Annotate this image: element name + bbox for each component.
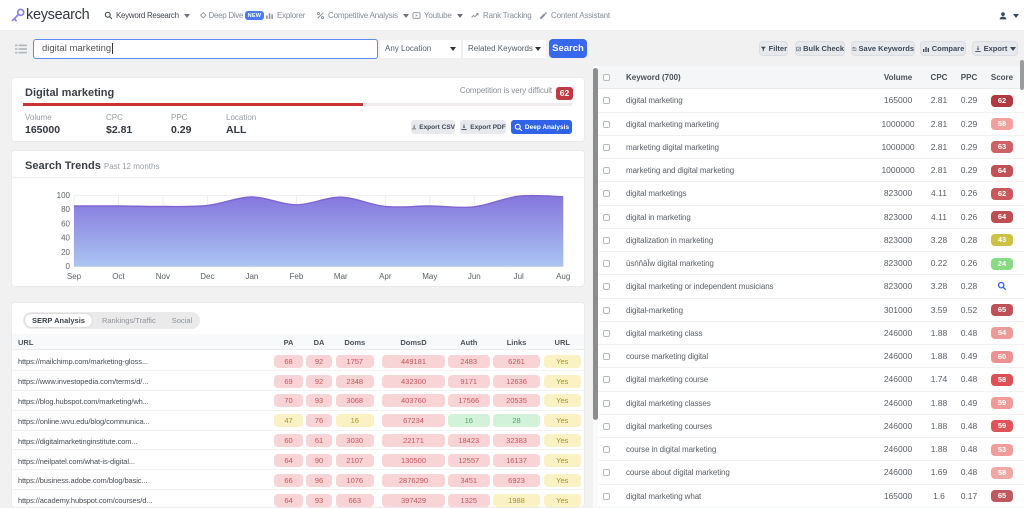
svg-text:Sep: Sep (67, 272, 82, 281)
svg-text:May: May (422, 272, 437, 281)
svg-text:Jul: Jul (514, 272, 524, 281)
svg-text:Jan: Jan (245, 272, 258, 281)
svg-text:40: 40 (61, 234, 70, 243)
svg-text:Mar: Mar (334, 272, 348, 281)
svg-text:80: 80 (61, 205, 70, 214)
svg-text:Oct: Oct (112, 272, 125, 281)
svg-text:60: 60 (61, 219, 70, 228)
svg-text:0: 0 (66, 262, 71, 271)
svg-text:Jun: Jun (468, 272, 481, 281)
svg-text:Aug: Aug (556, 272, 570, 281)
svg-text:Feb: Feb (290, 272, 304, 281)
svg-text:20: 20 (61, 248, 70, 257)
svg-text:Apr: Apr (379, 272, 392, 281)
svg-text:Nov: Nov (156, 272, 170, 281)
svg-text:100: 100 (57, 191, 71, 200)
svg-text:Dec: Dec (200, 272, 214, 281)
